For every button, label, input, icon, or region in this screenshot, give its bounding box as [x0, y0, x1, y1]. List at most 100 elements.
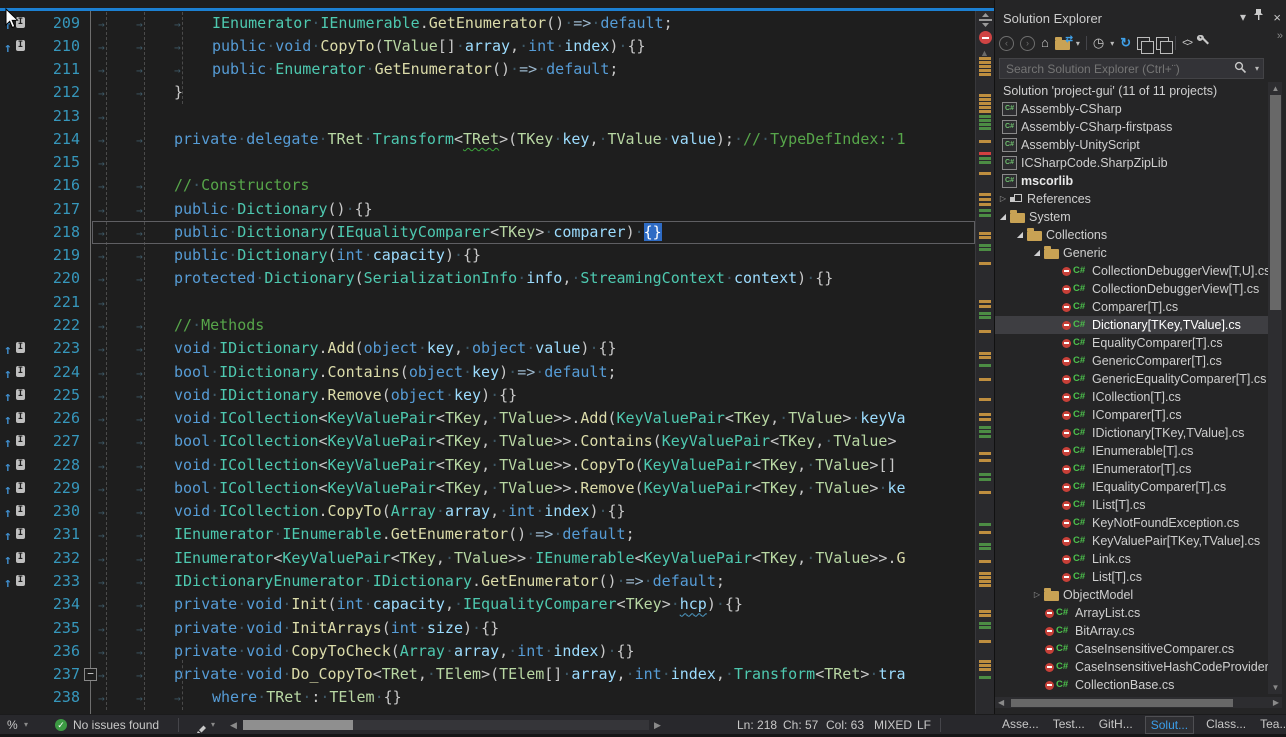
- code-line[interactable]: ↑I209→→→IEnumerator·IEnumerable.GetEnume…: [0, 12, 994, 36]
- override-indicator-icon[interactable]: ↑I: [4, 504, 30, 519]
- pin-icon[interactable]: [1253, 8, 1264, 24]
- tree-item-file[interactable]: C#CaseInsensitiveHashCodeProvider.cs: [995, 658, 1268, 676]
- code-line[interactable]: 236→→private·void·CopyToCheck(Array·arra…: [0, 640, 994, 664]
- sync-with-active-document-icon[interactable]: [1055, 40, 1070, 50]
- splitter-icon[interactable]: [978, 13, 993, 27]
- code-line[interactable]: 235→→private·void·InitArrays(int·size)·{…: [0, 617, 994, 641]
- code-line[interactable]: 238→→→where·TRet·:·TElem·{}: [0, 686, 994, 710]
- expand-arrow-icon[interactable]: ▷: [996, 190, 1010, 208]
- code-line[interactable]: 218→→public·Dictionary(IEqualityComparer…: [0, 221, 994, 245]
- tree-item-project[interactable]: C#Assembly-UnityScript: [995, 136, 1268, 154]
- sync-dropdown-icon[interactable]: ▾: [1076, 39, 1080, 48]
- close-icon[interactable]: ×: [1273, 10, 1281, 25]
- override-indicator-icon[interactable]: ↑I: [4, 388, 30, 403]
- zoom-dropdown-icon[interactable]: ▾: [24, 715, 28, 735]
- collapse-all-icon[interactable]: [1137, 37, 1150, 50]
- scroll-up-icon[interactable]: ▲: [1272, 84, 1280, 93]
- tree-item-file[interactable]: C#GenericEqualityComparer[T].cs: [995, 370, 1268, 388]
- tree-item-file[interactable]: C#KeyValuePair[TKey,TValue].cs: [995, 532, 1268, 550]
- code-line[interactable]: 222→→//·Methods: [0, 314, 994, 338]
- code-line[interactable]: ↑I233→→IDictionaryEnumerator·IDictionary…: [0, 570, 994, 594]
- code-line[interactable]: 211→→→public·Enumerator·GetEnumerator()·…: [0, 58, 994, 82]
- back-icon[interactable]: ‹: [999, 36, 1014, 51]
- override-indicator-icon[interactable]: ↑I: [4, 551, 30, 566]
- code-line[interactable]: ↑I226→→void·ICollection<KeyValuePair<TKe…: [0, 407, 994, 431]
- search-input[interactable]: [1004, 60, 1223, 77]
- code-line[interactable]: 220→→protected·Dictionary(SerializationI…: [0, 267, 994, 291]
- issues-label[interactable]: No issues found: [73, 715, 159, 735]
- code-line[interactable]: ↑I223→→void·IDictionary.Add(object·key,·…: [0, 337, 994, 361]
- scroll-right-icon[interactable]: ▶: [1273, 698, 1279, 707]
- tree-item-file[interactable]: C#IEnumerable[T].cs: [995, 442, 1268, 460]
- tree-item-file[interactable]: C#IEqualityComparer[T].cs: [995, 478, 1268, 496]
- collapse-arrow-icon[interactable]: ◢: [1030, 244, 1044, 262]
- code-line[interactable]: 215→: [0, 151, 994, 175]
- tree-item-folder[interactable]: ▷ObjectModel: [995, 586, 1268, 604]
- show-all-files-icon[interactable]: [1156, 37, 1169, 50]
- tree-item-file[interactable]: C#IList[T].cs: [995, 496, 1268, 514]
- tool-window-tab[interactable]: GitH...: [1097, 716, 1135, 734]
- forward-icon[interactable]: ›: [1020, 36, 1035, 51]
- tree-item-file[interactable]: C#ArrayList.cs: [995, 604, 1268, 622]
- search-icon[interactable]: [1234, 61, 1247, 79]
- code-editor[interactable]: ↑I209→→→IEnumerator·IEnumerable.GetEnume…: [0, 0, 994, 714]
- refresh-icon[interactable]: ↻: [1120, 36, 1131, 50]
- scrollbar-thumb[interactable]: [1270, 95, 1281, 310]
- tree-item-file[interactable]: C#Link.cs: [995, 550, 1268, 568]
- collapse-region-icon[interactable]: −: [84, 668, 97, 681]
- code-line[interactable]: ↑I230→→void·ICollection.CopyTo(Array·arr…: [0, 500, 994, 524]
- document-health-error-icon[interactable]: [979, 31, 992, 44]
- home-icon[interactable]: ⌂: [1041, 36, 1049, 50]
- tree-item-file[interactable]: C#IEnumerator[T].cs: [995, 460, 1268, 478]
- tree-item-file[interactable]: C#CollectionBase.cs: [995, 676, 1268, 694]
- override-indicator-icon[interactable]: ↑I: [4, 481, 30, 496]
- tree-item-folder[interactable]: ◢System: [995, 208, 1268, 226]
- tree-item-solution[interactable]: Solution 'project-gui' (11 of 11 project…: [995, 82, 1268, 100]
- code-line[interactable]: 234→→private·void·Init(int·capacity,·IEq…: [0, 593, 994, 617]
- override-indicator-icon[interactable]: ↑I: [4, 434, 30, 449]
- tool-window-tab[interactable]: Test...: [1051, 716, 1087, 734]
- code-line[interactable]: 214→→private·delegate·TRet·Transform<TRe…: [0, 128, 994, 152]
- scroll-left-icon[interactable]: ◀: [998, 698, 1004, 707]
- tree-item-file[interactable]: C#Comparer[T].cs: [995, 298, 1268, 316]
- pending-changes-filter-icon[interactable]: ◷: [1093, 36, 1104, 50]
- tree-item-file[interactable]: C#KeyNotFoundException.cs: [995, 514, 1268, 532]
- code-line[interactable]: 213→: [0, 105, 994, 129]
- code-line[interactable]: 221→: [0, 291, 994, 315]
- tool-window-tab[interactable]: Tea...: [1258, 716, 1286, 734]
- zoom-control[interactable]: %: [7, 715, 18, 735]
- code-line[interactable]: 219→→public·Dictionary(int·capacity)·{}: [0, 244, 994, 268]
- override-indicator-icon[interactable]: ↑I: [4, 458, 30, 473]
- scroll-left-icon[interactable]: ◀: [230, 715, 237, 735]
- tool-window-tab[interactable]: Asse...: [1000, 716, 1041, 734]
- code-line[interactable]: 216→→//·Constructors: [0, 174, 994, 198]
- eraser-dropdown-icon[interactable]: ▾: [211, 715, 215, 735]
- scroll-right-icon[interactable]: ▶: [654, 715, 661, 735]
- tool-window-tab[interactable]: Solut...: [1145, 716, 1194, 734]
- code-line[interactable]: ↑I210→→→public·void·CopyTo(TValue[]·arra…: [0, 35, 994, 59]
- code-line[interactable]: ↑I225→→void·IDictionary.Remove(object·ke…: [0, 384, 994, 408]
- tree-item-folder[interactable]: ◢Collections: [995, 226, 1268, 244]
- code-line[interactable]: ↑I229→→bool·ICollection<KeyValuePair<TKe…: [0, 477, 994, 501]
- override-indicator-icon[interactable]: ↑I: [4, 341, 30, 356]
- scroll-down-icon[interactable]: ▼: [1272, 683, 1280, 692]
- code-line[interactable]: ↑I232→→IEnumerator<KeyValuePair<TKey,·TV…: [0, 547, 994, 571]
- override-indicator-icon[interactable]: ↑I: [4, 365, 30, 380]
- horizontal-scrollbar-thumb[interactable]: [243, 720, 353, 730]
- tree-item-folder[interactable]: ◢Generic: [995, 244, 1268, 262]
- code-line[interactable]: ↑I224→→bool·IDictionary.Contains(object·…: [0, 361, 994, 385]
- code-line[interactable]: 212→→}: [0, 81, 994, 105]
- tree-item-file[interactable]: C#List[T].cs: [995, 568, 1268, 586]
- editor-scrollbar[interactable]: ▲: [975, 11, 994, 714]
- code-line[interactable]: 217→→public·Dictionary()·{}: [0, 198, 994, 222]
- tree-item-file[interactable]: C#Dictionary[TKey,TValue].cs: [995, 316, 1268, 334]
- tree-item-file[interactable]: C#IDictionary[TKey,TValue].cs: [995, 424, 1268, 442]
- tree-item-file[interactable]: C#GenericComparer[T].cs: [995, 352, 1268, 370]
- tree-item-refs[interactable]: ▷References: [995, 190, 1268, 208]
- code-line[interactable]: 237−→→private·void·Do_CopyTo<TRet,·TElem…: [0, 663, 994, 687]
- override-indicator-icon[interactable]: ↑I: [4, 411, 30, 426]
- code-line[interactable]: ↑I231→→IEnumerator·IEnumerable.GetEnumer…: [0, 523, 994, 547]
- tool-window-tab[interactable]: Class...: [1204, 716, 1248, 734]
- filter-dropdown-icon[interactable]: ▾: [1110, 39, 1114, 48]
- collapse-arrow-icon[interactable]: ◢: [1013, 226, 1027, 244]
